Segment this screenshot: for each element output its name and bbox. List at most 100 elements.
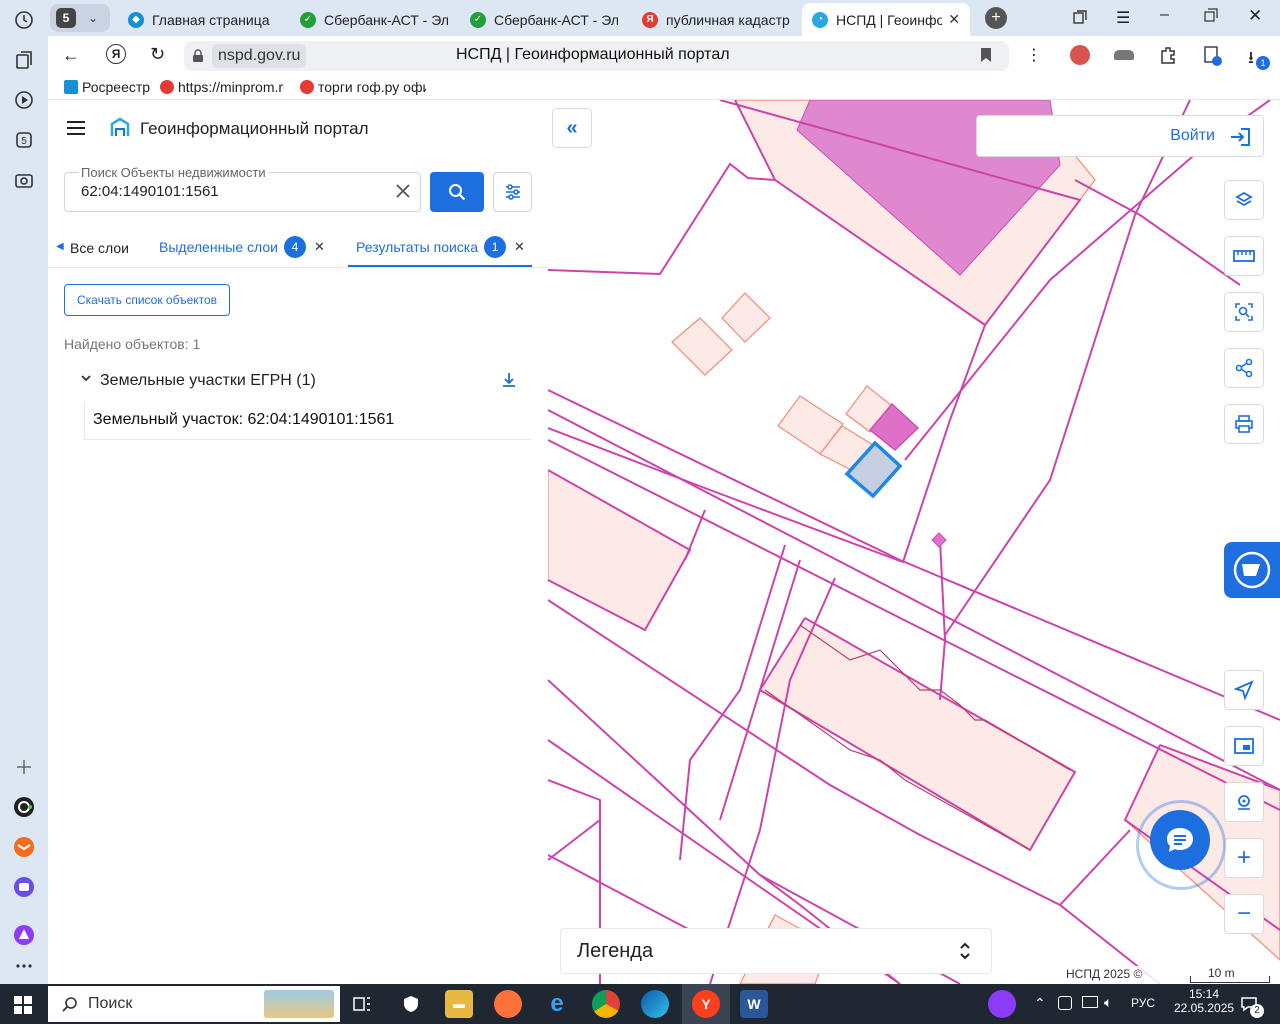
filter-button[interactable] [493,172,532,212]
tray-app-icon[interactable] [1058,996,1072,1010]
minimize-icon[interactable]: – [1160,6,1169,24]
login-button[interactable]: Войти [976,115,1264,157]
bookmark-icon[interactable] [980,47,992,66]
group-title[interactable]: Земельные участки ЕГРН (1) [100,372,316,390]
tab-selected-layers[interactable]: Выделенные слои 4 ✕ [159,236,325,258]
screenshot-icon[interactable] [12,168,36,192]
tab-main-page[interactable]: ◆ Главная страница [118,3,286,36]
tab-search-results[interactable]: Результаты поиска 1 ✕ [356,236,525,258]
extension-icon[interactable] [1070,45,1090,65]
internet-explorer-icon[interactable]: e [543,990,571,1018]
basemap-icon [1234,738,1254,754]
legend-panel[interactable]: Легенда [560,928,992,974]
yandex-browser-icon[interactable]: Y [692,990,720,1018]
tabs-counter-icon[interactable]: 5 [12,128,36,152]
print-button[interactable] [1224,404,1264,444]
result-list-item[interactable]: Земельный участок: 62:04:1490101:1561 [84,402,532,440]
expand-updown-icon [959,940,971,965]
sber-favicon: ✓ [470,11,486,28]
more-icon[interactable] [12,954,36,978]
address-bar[interactable]: nspd.gov.ru НСПД | Геоинформационный пор… [184,41,1009,71]
chrome-icon[interactable] [592,990,620,1018]
history-icon[interactable] [12,8,36,32]
task-view-icon[interactable] [348,990,376,1018]
alice-app-icon[interactable] [12,795,36,819]
language-indicator[interactable]: РУС [1131,996,1155,1010]
tab-sberbank-ast-1[interactable]: ✓Сбербанк-АСТ - Электронная [290,3,458,36]
collections-icon[interactable] [12,48,36,72]
chat-button[interactable] [1150,810,1210,870]
file-explorer-icon[interactable]: ▬ [445,990,473,1018]
search-input[interactable]: Поиск Объекты недвижимости 62:04:1490101… [64,165,421,212]
menu-icon[interactable]: ☰ [1116,8,1130,28]
yandex-icon[interactable]: Я [106,44,126,64]
new-tab-icon[interactable]: + [985,7,1007,29]
document-sync-icon[interactable] [1202,45,1224,70]
tabs-scroll-left-icon[interactable]: ◀ [56,241,64,252]
download-list-button[interactable]: Скачать список объектов [64,284,231,316]
lock-icon [192,49,204,66]
close-tab-icon[interactable]: ✕ [948,11,960,28]
taskbar-search-box[interactable]: Поиск [48,986,340,1022]
network-icon[interactable] [1082,996,1098,1008]
area-search-button[interactable] [1224,292,1264,332]
geolocation-button[interactable] [1224,670,1264,710]
collapse-chevron-icon[interactable] [80,372,92,387]
reload-icon[interactable]: ↻ [150,44,165,65]
tab-nspd[interactable]: ◔НСПД | Геоинформационный✕ [802,3,970,36]
tab-all-layers[interactable]: Все слои [70,240,132,256]
firefox-icon[interactable] [494,990,522,1018]
minus-icon: − [1236,900,1251,927]
locate-point-button[interactable] [1224,782,1264,822]
add-icon[interactable] [12,755,36,779]
close-window-icon[interactable]: ✕ [1248,6,1262,26]
layers-button[interactable] [1224,180,1264,220]
alice-assistant-icon[interactable] [12,923,36,947]
search-panel: Геоинформационный портал Поиск Объекты н… [48,100,548,984]
tray-chevron-up-icon[interactable]: ⌃ [1034,995,1046,1012]
collections-toolbar-icon[interactable] [1072,9,1088,28]
hamburger-menu-icon[interactable] [66,120,86,139]
feedback-widget-button[interactable] [1224,542,1280,598]
alice-tray-icon[interactable] [988,990,1016,1018]
video-icon[interactable] [12,88,36,112]
clear-icon[interactable] [394,182,412,203]
kebab-menu-icon[interactable]: ⋮ [1026,45,1042,65]
basemap-button[interactable] [1224,726,1264,766]
extension-icon[interactable] [1114,50,1134,60]
zoom-out-button[interactable]: − [1224,894,1264,934]
measure-button[interactable] [1224,236,1264,276]
tab-groups-button[interactable]: 5 ⌄ [50,4,110,32]
collapse-panel-button[interactable]: « [552,108,592,148]
close-tab-icon[interactable]: ✕ [514,239,525,255]
search-icon [62,997,77,1012]
map-view[interactable]: « Войти + − Легенда НСПД 2025 © 10 m [548,100,1280,984]
back-icon[interactable]: ← [62,45,80,66]
security-shield-icon[interactable] [397,990,425,1018]
edge-icon[interactable] [641,990,669,1018]
chevron-down-icon: ⌄ [88,11,99,25]
restore-icon[interactable] [1204,8,1218,25]
word-icon[interactable]: W [740,990,768,1018]
zoom-in-button[interactable]: + [1224,838,1264,878]
close-tab-icon[interactable]: ✕ [314,239,325,255]
tab-cadastral-search[interactable]: Япубличная кадастровая [632,3,800,36]
date: 22.05.2025 [1174,1001,1235,1015]
printer-icon [1235,415,1253,433]
legend-label: Легенда [577,940,654,962]
clock[interactable]: 15:14 22.05.2025 [1174,987,1234,1015]
windows-start-icon[interactable] [14,996,32,1017]
mail-app-icon[interactable] [12,835,36,859]
bookmark-torgi[interactable]: торги гоф.ру официальный [300,79,426,95]
tab-sberbank-ast-2[interactable]: ✓Сбербанк-АСТ - Электронная [460,3,628,36]
volume-icon[interactable]: 🔈︎ [1104,994,1112,1011]
url-host: nspd.gov.ru [212,44,307,68]
messenger-app-icon[interactable] [12,875,36,899]
search-button[interactable] [430,172,484,212]
extensions-puzzle-icon[interactable] [1158,45,1178,68]
group-download-icon[interactable] [502,372,516,391]
bookmark-rosreestr[interactable]: Росреестр [64,79,154,95]
download-icon[interactable]: ⭳ [1248,45,1254,74]
share-button[interactable] [1224,348,1264,388]
bookmark-minprom[interactable]: https://minprom.ru [160,79,284,95]
